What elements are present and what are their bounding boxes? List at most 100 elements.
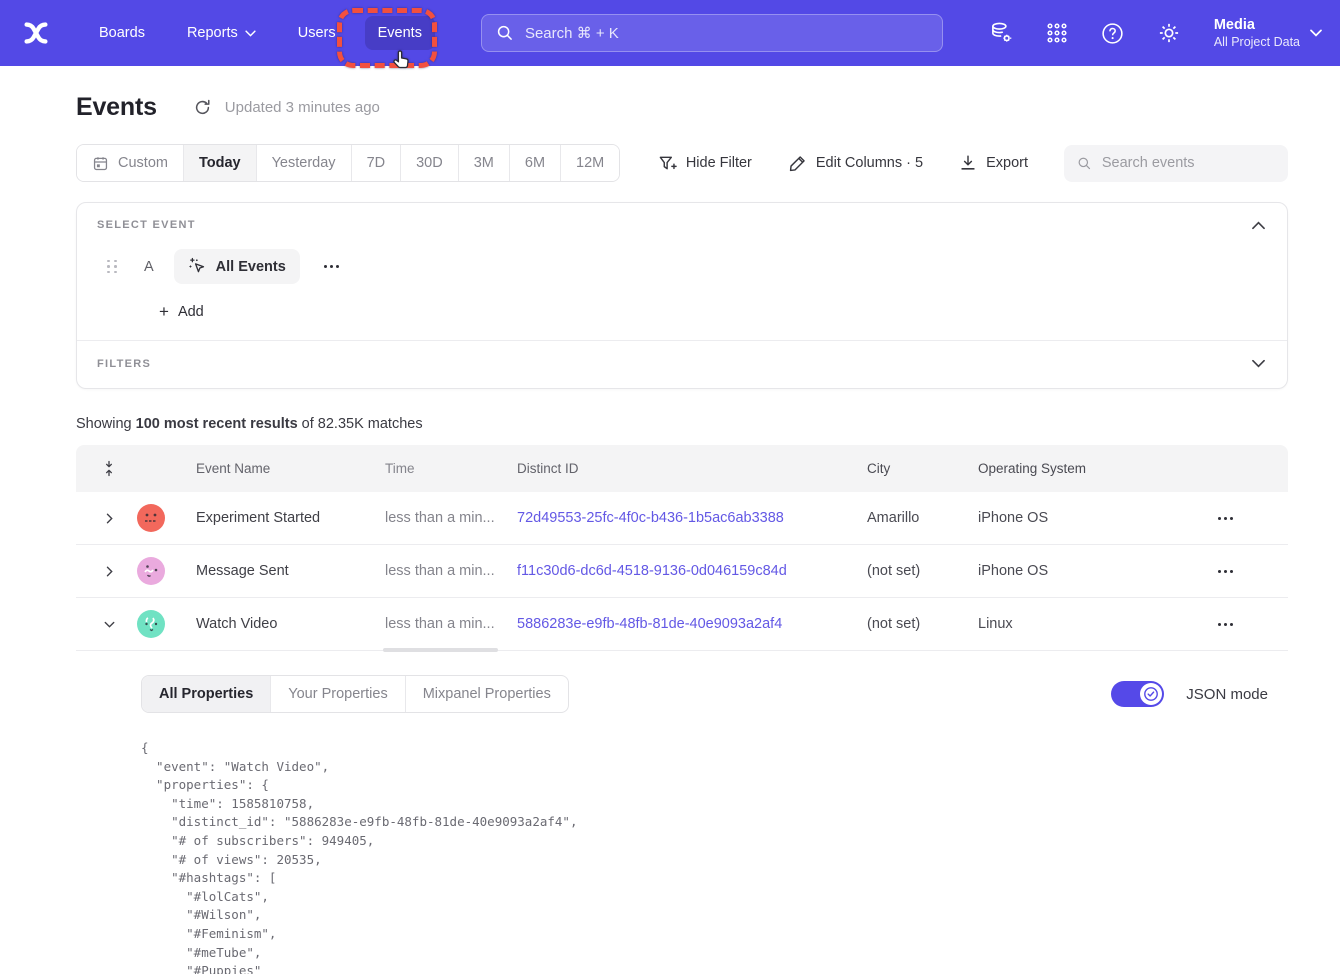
date-range-6m[interactable]: 6M: [509, 145, 560, 181]
collapse-rows-icon: [102, 460, 116, 477]
edit-columns-button[interactable]: Edit Columns · 5: [788, 154, 923, 173]
export-button[interactable]: Export: [959, 154, 1028, 172]
collapse-all-button[interactable]: [76, 460, 120, 477]
nav-right-icons: Media All Project Data: [988, 16, 1322, 50]
toggle-knob: [1140, 683, 1162, 705]
global-search-input[interactable]: Search ⌘ + K: [481, 14, 943, 52]
plus-icon: +: [159, 305, 169, 319]
distinct-id-link[interactable]: 72d49553-25fc-4f0c-b436-1b5ac6ab3388: [517, 510, 784, 526]
date-range-custom-label: Custom: [118, 155, 168, 171]
data-management-icon[interactable]: [988, 20, 1014, 46]
mixpanel-logo[interactable]: [20, 17, 52, 49]
column-header-time: Time: [385, 461, 517, 476]
primary-nav: Boards Reports Users Events: [86, 16, 451, 50]
table-row[interactable]: Message Sent less than a min... f11c30d6…: [76, 545, 1288, 598]
project-selector[interactable]: Media All Project Data: [1214, 16, 1322, 50]
collapse-section-button[interactable]: [1252, 217, 1265, 235]
nav-item-reports-label: Reports: [187, 25, 238, 41]
event-avatar: [137, 610, 165, 638]
search-icon: [1077, 155, 1092, 172]
date-range-30d[interactable]: 30D: [400, 145, 458, 181]
search-events-input[interactable]: [1102, 155, 1275, 171]
expand-row-button[interactable]: [76, 512, 120, 525]
event-pill-label: All Events: [216, 259, 286, 275]
event-name-cell: Watch Video: [196, 616, 385, 632]
select-event-label: SELECT EVENT: [97, 219, 1267, 231]
pencil-icon: [788, 154, 807, 173]
export-label: Export: [986, 155, 1028, 171]
distinct-id-link[interactable]: 5886283e-e9fb-48fb-81de-40e9093a2af4: [517, 616, 782, 632]
row-menu-button[interactable]: [1210, 615, 1241, 634]
table-row[interactable]: Experiment Started less than a min... 72…: [76, 492, 1288, 545]
city-cell: (not set): [867, 563, 978, 579]
event-selector-pill[interactable]: All Events: [174, 249, 300, 284]
row-menu-button[interactable]: [1210, 562, 1241, 581]
face-icon: [137, 557, 165, 585]
hide-filter-button[interactable]: Hide Filter: [658, 154, 752, 173]
search-events-field[interactable]: [1064, 145, 1288, 182]
tab-all-properties[interactable]: All Properties: [142, 676, 270, 712]
refresh-button[interactable]: [193, 98, 212, 117]
chevron-down-icon: [1310, 29, 1322, 37]
column-header-operating-system: Operating System: [978, 461, 1204, 476]
apps-grid-icon[interactable]: [1044, 20, 1070, 46]
summary-suffix: of 82.35K matches: [298, 416, 423, 432]
json-mode-toggle[interactable]: [1111, 681, 1164, 707]
global-search-placeholder: Search ⌘ + K: [525, 24, 619, 42]
event-avatar: [137, 557, 165, 585]
summary-count: 100 most recent results: [136, 416, 298, 432]
sparkle-cursor-icon: [188, 257, 207, 276]
results-summary: Showing 100 most recent results of 82.35…: [76, 416, 1288, 432]
nav-item-reports[interactable]: Reports: [174, 16, 269, 50]
summary-prefix: Showing: [76, 416, 136, 432]
chevron-down-icon: [103, 618, 116, 631]
date-range-7d[interactable]: 7D: [351, 145, 401, 181]
collapse-row-button[interactable]: [76, 618, 120, 631]
distinct-id-link[interactable]: f11c30d6-dc6d-4518-9136-0d046159c84d: [517, 563, 787, 579]
row-menu-button[interactable]: [1210, 509, 1241, 528]
date-range-custom[interactable]: Custom: [77, 145, 183, 181]
horizontal-scrollbar-thumb[interactable]: [383, 648, 498, 652]
search-icon: [496, 24, 514, 42]
nav-item-events[interactable]: Events: [365, 16, 435, 50]
filter-funnel-icon: [658, 154, 677, 173]
last-updated-text: Updated 3 minutes ago: [225, 99, 380, 116]
column-header-city: City: [867, 461, 978, 476]
project-subtitle: All Project Data: [1214, 34, 1300, 50]
add-event-label: Add: [178, 304, 204, 320]
tab-your-properties[interactable]: Your Properties: [270, 676, 404, 712]
nav-item-users[interactable]: Users: [285, 16, 349, 50]
event-query-row: A All Events: [97, 249, 1267, 284]
events-toolbar: Custom Today Yesterday 7D 30D 3M 6M 12M …: [76, 144, 1288, 182]
chevron-right-icon: [103, 565, 116, 578]
drag-handle-icon[interactable]: [107, 260, 118, 274]
event-name-cell: Message Sent: [196, 563, 385, 579]
city-cell: (not set): [867, 616, 978, 632]
tab-mixpanel-properties[interactable]: Mixpanel Properties: [405, 676, 568, 712]
os-cell: Linux: [978, 616, 1204, 632]
table-row-expanded[interactable]: Watch Video less than a min... 5886283e-…: [76, 598, 1288, 651]
date-range-3m[interactable]: 3M: [458, 145, 509, 181]
add-event-button[interactable]: + Add: [159, 304, 1267, 320]
events-page: Events Updated 3 minutes ago Custom Toda…: [76, 93, 1288, 974]
check-circle-icon: [1143, 686, 1159, 702]
nav-item-boards-label: Boards: [99, 25, 145, 41]
events-table: Event Name Time Distinct ID City Operati…: [76, 445, 1288, 974]
date-range-today[interactable]: Today: [183, 145, 256, 181]
expand-row-button[interactable]: [76, 565, 120, 578]
help-icon[interactable]: [1100, 20, 1126, 46]
event-avatar: [137, 504, 165, 532]
json-mode-label: JSON mode: [1186, 686, 1268, 703]
expand-filters-button[interactable]: [1252, 355, 1265, 373]
os-cell: iPhone OS: [978, 510, 1204, 526]
face-icon: [137, 610, 165, 638]
date-range-12m[interactable]: 12M: [560, 145, 619, 181]
event-row-menu-button[interactable]: [318, 259, 345, 274]
date-range-yesterday[interactable]: Yesterday: [256, 145, 351, 181]
settings-gear-icon[interactable]: [1156, 20, 1182, 46]
nav-item-boards[interactable]: Boards: [86, 16, 158, 50]
table-header-row: Event Name Time Distinct ID City Operati…: [76, 445, 1288, 492]
toolbar-actions: Hide Filter Edit Columns · 5 Export: [658, 145, 1288, 182]
mixpanel-logo-icon: [21, 18, 51, 48]
page-header: Events Updated 3 minutes ago: [76, 93, 1288, 122]
